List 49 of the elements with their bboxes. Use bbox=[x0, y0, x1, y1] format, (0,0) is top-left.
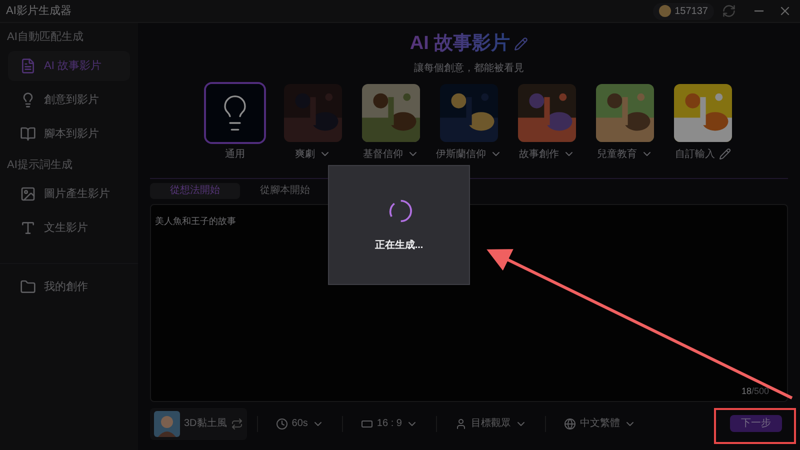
loading-message: 正在生成... bbox=[374, 238, 424, 252]
template-label: 故事創作 bbox=[519, 148, 559, 162]
audience-selector[interactable]: 目標觀眾 bbox=[446, 410, 535, 436]
section-heading: AI自動匹配生成 bbox=[6, 30, 84, 45]
ratio-selector[interactable]: 16 : 9 bbox=[352, 410, 426, 436]
clock-icon bbox=[276, 418, 288, 430]
template-card[interactable]: 自訂輸入 bbox=[672, 82, 734, 162]
avatar-icon bbox=[154, 410, 180, 436]
input-tab[interactable]: 從想法開始 bbox=[150, 182, 240, 198]
template-label: 自訂輸入 bbox=[675, 148, 715, 162]
template-card[interactable]: 兒童教育 bbox=[594, 82, 656, 162]
coin-balance[interactable]: 157137 bbox=[652, 2, 714, 20]
page-subtitle: 讓每個創意，都能被看見 bbox=[414, 62, 524, 76]
window-title: AI影片生成器 bbox=[6, 4, 72, 19]
template-card[interactable]: 故事創作 bbox=[516, 82, 578, 162]
sidebar-item[interactable]: 圖片產生影片 bbox=[8, 179, 130, 209]
template-label: 基督信仰 bbox=[363, 148, 403, 162]
close-icon[interactable] bbox=[778, 4, 792, 18]
language-selector[interactable]: 中文繁體 bbox=[556, 410, 644, 436]
template-label: 爽劇 bbox=[295, 148, 315, 162]
section-heading: AI提示詞生成 bbox=[6, 158, 74, 173]
template-label: 兒童教育 bbox=[597, 148, 637, 162]
duration-selector[interactable]: 60s bbox=[268, 410, 332, 436]
rectangle-icon bbox=[360, 418, 373, 430]
template-label: 伊斯蘭信仰 bbox=[436, 148, 486, 162]
image-icon bbox=[20, 186, 36, 202]
sidebar-item[interactable]: AI 故事影片 bbox=[8, 51, 130, 81]
template-card[interactable]: 爽劇 bbox=[282, 82, 344, 162]
swap-icon bbox=[230, 418, 243, 430]
next-button[interactable]: 下一步 bbox=[730, 415, 782, 432]
folder-icon bbox=[20, 279, 36, 295]
template-label: 通用 bbox=[225, 148, 245, 162]
edit-icon[interactable] bbox=[719, 148, 731, 160]
input-tab[interactable]: 從腳本開始 bbox=[240, 182, 330, 198]
sidebar-item[interactable]: 我的創作 bbox=[8, 272, 130, 302]
globe-icon bbox=[564, 418, 576, 430]
template-card[interactable]: 伊斯蘭信仰 bbox=[438, 82, 500, 162]
person-icon bbox=[454, 418, 467, 430]
refresh-icon[interactable] bbox=[722, 4, 736, 18]
text-icon bbox=[20, 220, 36, 236]
character-counter: 18/500 bbox=[741, 385, 769, 398]
sidebar-item[interactable]: 文生影片 bbox=[8, 213, 130, 243]
sidebar-item[interactable]: 腳本到影片 bbox=[8, 119, 130, 149]
sidebar-item[interactable]: 創意到影片 bbox=[8, 85, 130, 115]
coin-icon bbox=[658, 5, 671, 17]
book-icon bbox=[20, 126, 36, 142]
template-card[interactable]: 基督信仰 bbox=[360, 82, 422, 162]
document-icon bbox=[20, 58, 36, 74]
style-selector[interactable]: 3D黏土風 bbox=[150, 408, 247, 440]
